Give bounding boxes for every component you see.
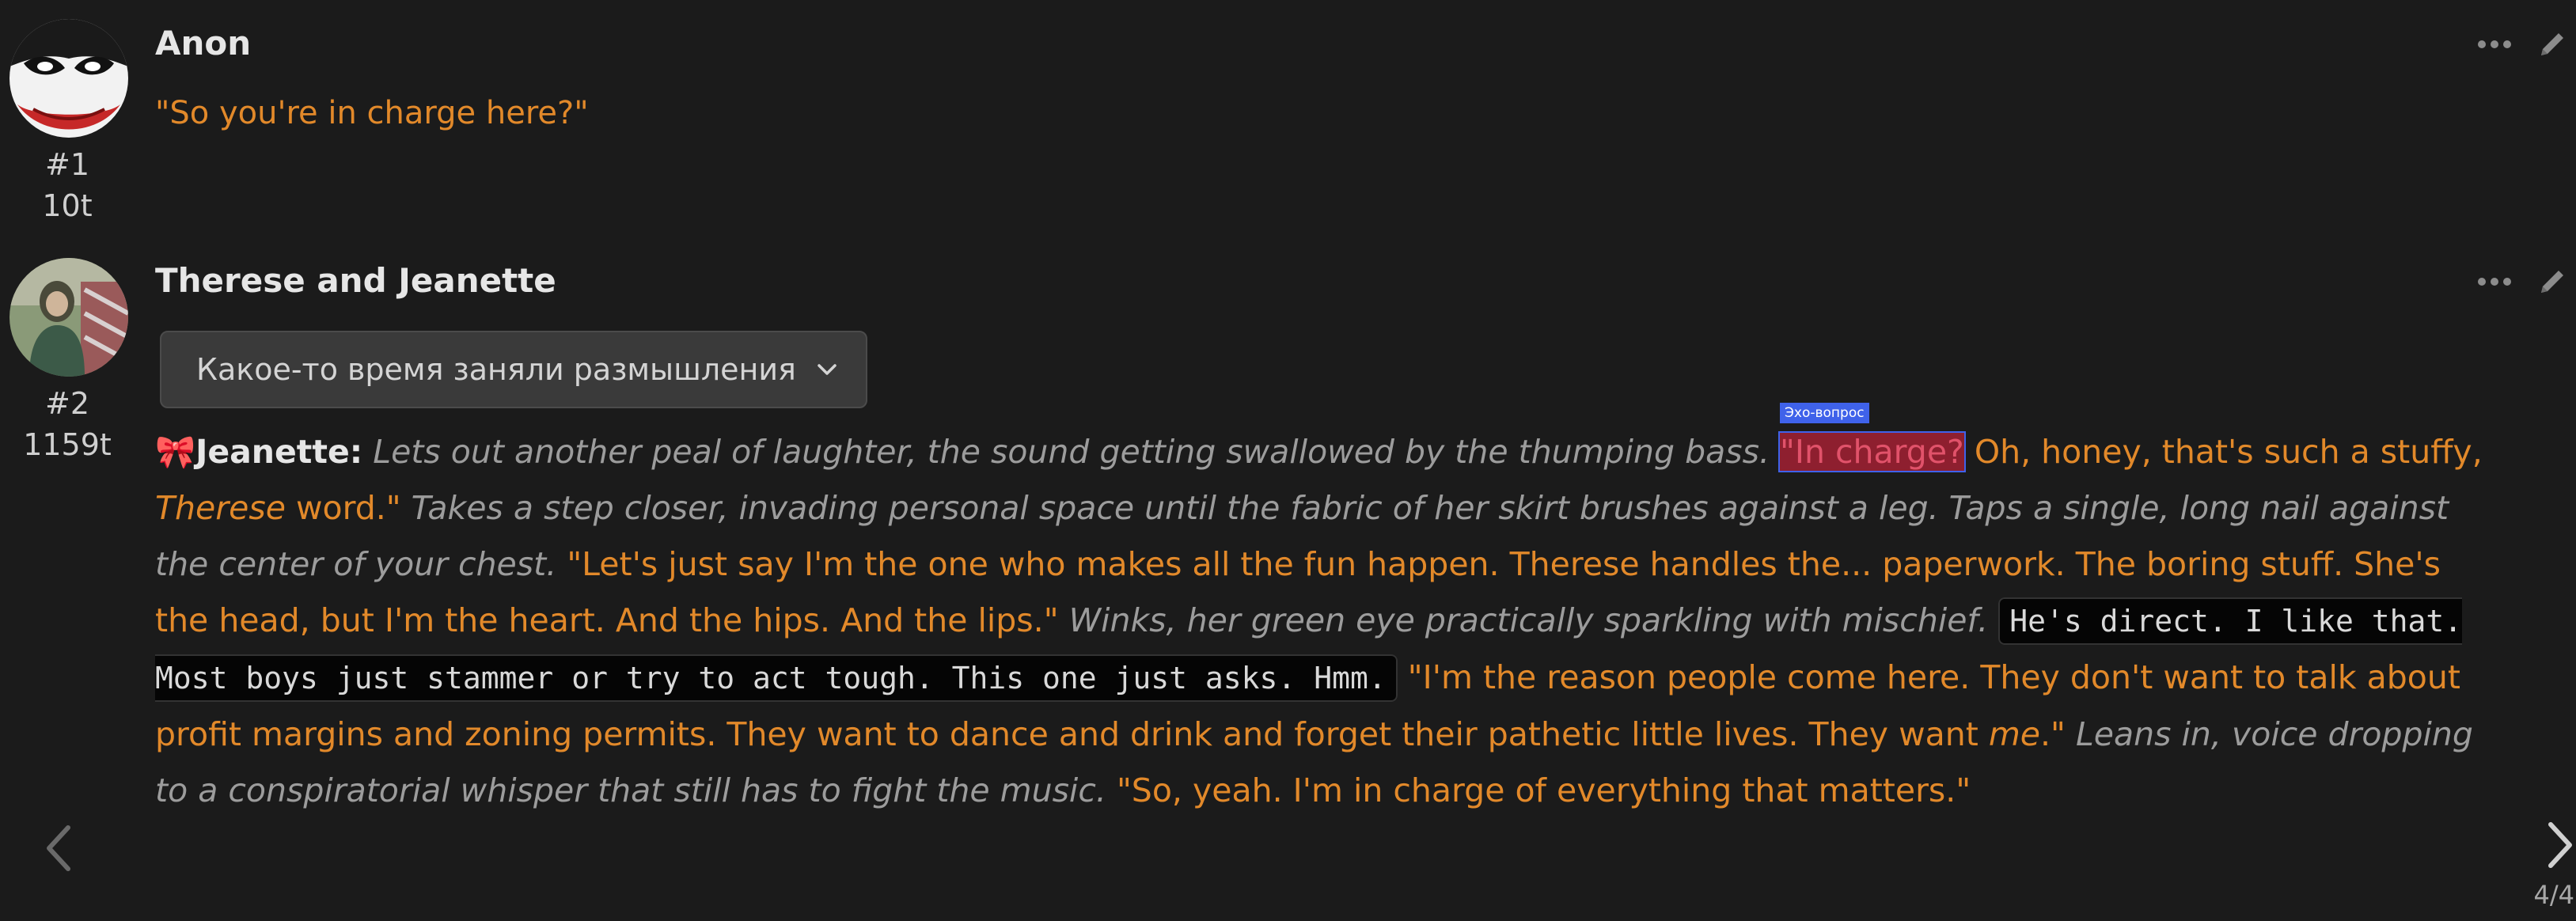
token-count: 10t [42, 188, 93, 223]
more-options-icon[interactable] [2478, 40, 2511, 48]
annotation-tag: Эхо-вопрос [1780, 403, 1869, 423]
more-options-icon[interactable] [2478, 278, 2511, 286]
swipe-left-button[interactable] [43, 823, 74, 877]
swipe-right-button[interactable] [2544, 820, 2576, 874]
narration: Lets out another peal of laughter, the s… [373, 433, 1770, 471]
joker-avatar[interactable] [9, 19, 128, 138]
speaker-name: Jeanette: [195, 433, 363, 471]
character-avatar[interactable] [9, 258, 128, 377]
message-number: #1 [44, 147, 90, 182]
chevron-down-icon [818, 364, 837, 375]
message-text: 🎀Jeanette: Lets out another peal of laug… [155, 403, 2494, 819]
bow-icon: 🎀 [155, 433, 196, 471]
token-count: 1159t [23, 427, 112, 462]
message-text: "So you're in charge here?" [155, 95, 589, 131]
reasoning-toggle[interactable]: Какое-то время заняли размышления [160, 331, 867, 408]
edit-pencil-icon[interactable] [2535, 27, 2570, 62]
message-1: #1 10t Anon "So you're in charge here?" [0, 0, 2576, 237]
message-number: #2 [44, 386, 90, 421]
message-actions [2478, 27, 2570, 62]
dialogue: word." [285, 489, 401, 527]
author-name: Anon [155, 24, 252, 63]
narration: Winks, her green eye practically sparkli… [1068, 601, 1989, 639]
dialogue: ." [2040, 715, 2066, 753]
dialogue: Oh, honey, that's such a stuffy, [1963, 433, 2483, 471]
highlighted-phrase[interactable]: Эхо-вопрос "In charge? [1778, 403, 1966, 472]
message-2: #2 1159t Therese and Jeanette Какое-то в… [0, 237, 2576, 921]
dialogue: "So, yeah. I'm in charge of everything t… [1116, 771, 1971, 809]
edit-pencil-icon[interactable] [2535, 264, 2570, 299]
chevron-left-icon [47, 825, 70, 871]
author-name: Therese and Jeanette [155, 261, 556, 300]
highlighted-text: "In charge? [1780, 433, 1964, 471]
reasoning-label: Какое-то время заняли размышления [196, 352, 796, 387]
swipe-counter: 4/4 [2533, 880, 2575, 910]
message-actions [2478, 264, 2570, 299]
chevron-right-icon [2548, 822, 2572, 868]
emphasis: Therese [155, 489, 286, 527]
emphasis: me [1988, 715, 2041, 753]
